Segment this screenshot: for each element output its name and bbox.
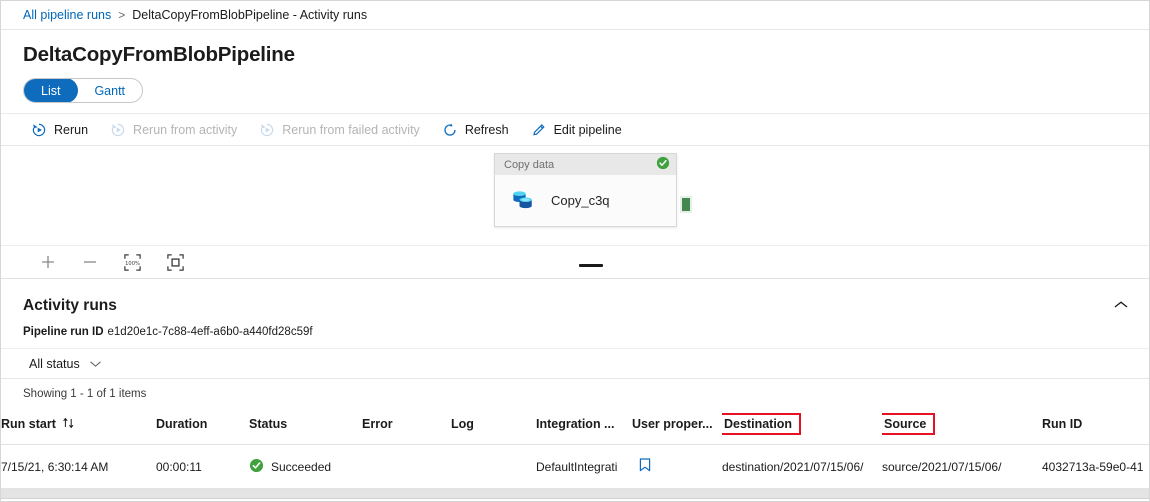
canvas-zoom-controls: 100% — [1, 245, 1149, 279]
tab-list[interactable]: List — [23, 78, 78, 103]
pipeline-canvas[interactable]: Copy data — [1, 146, 1149, 245]
status-filter-dropdown[interactable]: All status — [1, 348, 1149, 379]
cell-source: source/2021/07/15/06/ — [882, 445, 1042, 489]
edit-pipeline-button[interactable]: Edit pipeline — [531, 122, 622, 138]
refresh-label: Refresh — [465, 123, 509, 137]
activity-runs-table: Run start Duration Status Error Log Inte… — [1, 407, 1150, 489]
cell-duration: 00:00:11 — [156, 445, 249, 489]
zoom-to-100-button[interactable]: 100% — [123, 253, 142, 272]
cell-status: Succeeded — [249, 445, 362, 489]
zoom-in-button[interactable] — [39, 253, 57, 271]
column-header-source-label: Source — [884, 417, 926, 431]
activity-node-body: Copy_c3q — [495, 175, 676, 226]
rerun-from-failed-activity-label: Rerun from failed activity — [282, 123, 420, 137]
column-header-duration[interactable]: Duration — [156, 407, 249, 445]
pipeline-run-id-value: e1d20e1c-7c88-4eff-a6b0-a440fd28c59f — [108, 326, 313, 338]
page-title: DeltaCopyFromBlobPipeline — [1, 30, 1149, 67]
activity-runs-header: Activity runs — [1, 279, 1149, 319]
activity-node-header: Copy data — [495, 154, 676, 175]
showing-count: Showing 1 - 1 of 1 items — [1, 379, 1149, 400]
column-header-run-id[interactable]: Run ID — [1042, 407, 1150, 445]
fit-to-screen-button[interactable] — [166, 253, 185, 272]
success-check-icon — [656, 156, 670, 173]
status-filter-label: All status — [29, 357, 80, 371]
pipeline-run-id: Pipeline run ID e1d20e1c-7c88-4eff-a6b0-a… — [1, 319, 1149, 338]
refresh-icon — [442, 122, 458, 138]
chevron-up-icon[interactable] — [1109, 293, 1133, 319]
sort-arrows-icon[interactable] — [62, 417, 75, 432]
breadcrumb-all-pipeline-runs[interactable]: All pipeline runs — [23, 8, 111, 22]
cell-user-properties — [632, 445, 722, 489]
rerun-from-failed-activity-icon — [259, 122, 275, 138]
pipeline-run-id-label: Pipeline run ID — [23, 326, 104, 338]
cell-error — [362, 445, 451, 489]
column-header-destination[interactable]: Destination — [722, 407, 882, 445]
rerun-from-failed-activity-button[interactable]: Rerun from failed activity — [259, 122, 420, 138]
activity-node-copy-c3q[interactable]: Copy data — [494, 153, 677, 227]
column-header-source[interactable]: Source — [882, 407, 1042, 445]
cell-integration-runtime: DefaultIntegrati — [536, 445, 632, 489]
column-header-destination-label: Destination — [724, 417, 792, 431]
svg-text:100%: 100% — [125, 260, 140, 266]
edit-pipeline-label: Edit pipeline — [554, 123, 622, 137]
refresh-button[interactable]: Refresh — [442, 122, 509, 138]
source-highlight-box: Source — [882, 413, 935, 435]
activity-runs-page: All pipeline runs > DeltaCopyFromBlobPip… — [0, 0, 1150, 502]
cell-destination: destination/2021/07/15/06/ — [722, 445, 882, 489]
success-output-port[interactable] — [680, 196, 692, 213]
rerun-label: Rerun — [54, 123, 88, 137]
column-header-log[interactable]: Log — [451, 407, 536, 445]
column-header-error[interactable]: Error — [362, 407, 451, 445]
success-check-icon — [249, 458, 264, 476]
rerun-from-activity-icon — [110, 122, 126, 138]
rerun-icon — [31, 122, 47, 138]
column-header-status[interactable]: Status — [249, 407, 362, 445]
tab-gantt[interactable]: Gantt — [77, 79, 142, 102]
cell-run-start: 7/15/21, 6:30:14 AM — [1, 445, 156, 489]
rerun-from-activity-button[interactable]: Rerun from activity — [110, 122, 237, 138]
panel-splitter-handle[interactable] — [579, 264, 603, 267]
breadcrumb-separator: > — [118, 8, 125, 22]
bookmark-icon[interactable] — [638, 462, 652, 476]
table-horizontal-scrollbar[interactable] — [1, 489, 1149, 499]
table-row[interactable]: 7/15/21, 6:30:14 AM 00:00:11 Succeeded — [1, 445, 1150, 489]
table-header-row: Run start Duration Status Error Log Inte… — [1, 407, 1150, 445]
rerun-button[interactable]: Rerun — [31, 122, 88, 138]
breadcrumb: All pipeline runs > DeltaCopyFromBlobPip… — [1, 1, 1149, 30]
column-header-run-start-label: Run start — [1, 417, 56, 431]
copy-data-icon — [509, 184, 537, 217]
column-header-user-properties[interactable]: User proper... — [632, 407, 722, 445]
status-badge: Succeeded — [271, 460, 331, 474]
command-bar: Rerun Rerun from activity Rerun from — [1, 113, 1149, 146]
rerun-from-activity-label: Rerun from activity — [133, 123, 237, 137]
activity-type-label: Copy data — [504, 159, 554, 171]
zoom-out-button[interactable] — [81, 253, 99, 271]
pencil-icon — [531, 122, 547, 138]
cell-run-id: 4032713a-59e0-41 — [1042, 445, 1150, 489]
activity-node-name: Copy_c3q — [551, 193, 610, 208]
column-header-integration-runtime[interactable]: Integration ... — [536, 407, 632, 445]
chevron-down-icon — [89, 357, 102, 371]
column-header-run-start[interactable]: Run start — [1, 407, 156, 445]
destination-highlight-box: Destination — [722, 413, 801, 435]
cell-log — [451, 445, 536, 489]
activity-runs-title: Activity runs — [23, 297, 1109, 315]
view-toggle: List Gantt — [1, 67, 1149, 103]
breadcrumb-current: DeltaCopyFromBlobPipeline - Activity run… — [132, 8, 367, 22]
